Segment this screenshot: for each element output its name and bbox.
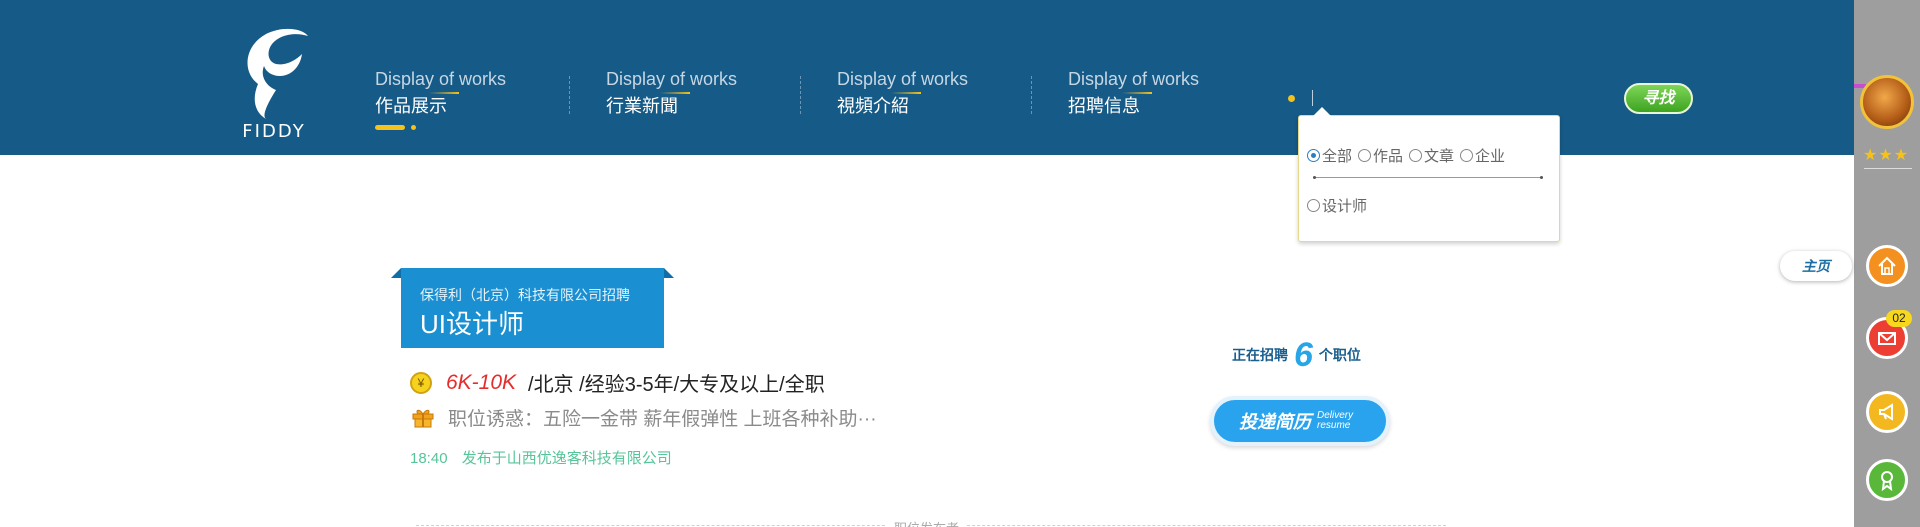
logo-mark-icon bbox=[247, 28, 308, 119]
post-info: 18:40 发布于山西优逸客科技有限公司 bbox=[410, 447, 672, 468]
megaphone-icon bbox=[1879, 403, 1893, 421]
filter-option-label: 设计师 bbox=[1322, 198, 1368, 215]
nav-item-zh-label: 作品展示 bbox=[375, 96, 447, 116]
nav-item-works[interactable]: Display of works 作品展示 bbox=[375, 68, 606, 130]
dropdown-divider bbox=[1313, 176, 1543, 179]
nav-item-video[interactable]: Display of works 視頻介紹 bbox=[837, 68, 1068, 128]
filter-option-label: 作品 bbox=[1373, 148, 1404, 165]
fiddy-logo[interactable]: FIDDY bbox=[236, 24, 312, 142]
hiring-suffix: 个职位 bbox=[1318, 347, 1361, 363]
nav-item-zh-label: 視頻介紹 bbox=[837, 96, 909, 116]
home-tooltip: 主页 bbox=[1780, 251, 1852, 281]
search-filter-dropdown: 全部 作品 文章 企业 设计师 bbox=[1298, 107, 1560, 242]
hiring-prefix: 正在招聘 bbox=[1232, 347, 1288, 363]
filter-option-label: 企业 bbox=[1475, 148, 1506, 165]
nav-underline bbox=[429, 92, 459, 94]
filter-option-works[interactable]: 作品 bbox=[1358, 145, 1403, 166]
publisher-section-label: 职位发布者 bbox=[886, 518, 968, 527]
user-avatar[interactable] bbox=[1860, 75, 1914, 129]
open-positions-count: 正在招聘 6 个职位 bbox=[1232, 338, 1361, 372]
dropdown-arrow bbox=[1313, 107, 1331, 116]
active-indicator-bar bbox=[375, 125, 405, 130]
yen-coin-icon: ¥ bbox=[410, 371, 432, 394]
stars-divider bbox=[1864, 168, 1912, 169]
job-perks: 职位诱惑：五险一金带 薪年假弹性 上班各种补助··· bbox=[448, 409, 877, 430]
nav-separator bbox=[569, 76, 570, 114]
nav-item-en-label: Display of works bbox=[1068, 69, 1200, 89]
filter-option-all[interactable]: 全部 bbox=[1307, 145, 1352, 166]
radio-checked-icon[interactable] bbox=[1307, 149, 1320, 162]
nav-underline bbox=[891, 92, 921, 94]
announcements-button[interactable] bbox=[1866, 391, 1908, 433]
filter-option-articles[interactable]: 文章 bbox=[1409, 145, 1454, 166]
page: FIDDY Display of works 作品展示 Display of w… bbox=[0, 0, 1920, 527]
nav-item-jobs[interactable]: Display of works 招聘信息 bbox=[1068, 68, 1299, 128]
job-title[interactable]: UI设计师 bbox=[420, 304, 524, 341]
filter-options-row-2: 设计师 bbox=[1307, 195, 1367, 216]
nav-item-en-label: Display of works bbox=[606, 69, 738, 89]
mail-icon bbox=[1878, 332, 1896, 345]
filter-option-designers[interactable]: 设计师 bbox=[1307, 195, 1367, 216]
nav-item-zh-label: 行業新聞 bbox=[606, 96, 678, 116]
hiring-company: 保得利（北京）科技有限公司招聘 bbox=[420, 287, 630, 303]
top-header: FIDDY Display of works 作品展示 Display of w… bbox=[0, 0, 1854, 155]
ribbon-fold-right bbox=[664, 268, 674, 278]
nav-underline bbox=[660, 92, 690, 94]
submit-resume-button[interactable]: 投递简历 Delivery resume bbox=[1210, 396, 1390, 446]
nav-item-en-label: Display of works bbox=[837, 69, 969, 89]
radio-icon[interactable] bbox=[1409, 149, 1423, 162]
apply-sublabel-line2: resume bbox=[1317, 420, 1351, 431]
messages-badge: 02 bbox=[1886, 310, 1912, 327]
home-button[interactable] bbox=[1866, 245, 1908, 287]
logo-wordmark: FIDDY bbox=[242, 121, 306, 142]
nav-item-zh-label: 招聘信息 bbox=[1068, 96, 1140, 116]
radio-icon[interactable] bbox=[1460, 149, 1474, 162]
rating-stars: ★★★ bbox=[1863, 147, 1910, 164]
hiring-count: 6 bbox=[1294, 336, 1313, 374]
ribbon-fold-left bbox=[391, 268, 401, 278]
gift-icon bbox=[412, 409, 434, 427]
awards-button[interactable] bbox=[1866, 459, 1908, 501]
nav-item-en-label: Display of works bbox=[375, 69, 507, 89]
right-sidebar: ★★★ 02 bbox=[1854, 0, 1920, 527]
salary-range: 6K-10K bbox=[446, 370, 517, 394]
nav-item-news[interactable]: Display of works 行業新聞 bbox=[606, 68, 837, 128]
nav-underline bbox=[1122, 92, 1152, 94]
home-icon bbox=[1878, 256, 1896, 275]
nav-separator bbox=[1031, 76, 1032, 114]
job-title-ribbon: 保得利（北京）科技有限公司招聘 UI设计师 bbox=[401, 268, 664, 348]
post-publisher[interactable]: 发布于山西优逸客科技有限公司 bbox=[462, 450, 672, 467]
filter-options-row: 全部 作品 文章 企业 bbox=[1307, 145, 1505, 166]
job-perks-row: 职位诱惑：五险一金带 薪年假弹性 上班各种补助··· bbox=[412, 404, 877, 431]
filter-option-companies[interactable]: 企业 bbox=[1460, 145, 1505, 166]
filter-option-label: 全部 bbox=[1322, 148, 1353, 165]
search-indicator-dot bbox=[1288, 95, 1295, 102]
filter-option-label: 文章 bbox=[1424, 148, 1455, 165]
job-summary-row: ¥ 6K-10K /北京 /经验3-5年/大专及以上/全职 bbox=[410, 368, 825, 397]
radio-icon[interactable] bbox=[1358, 149, 1372, 162]
job-details: /北京 /经验3-5年/大专及以上/全职 bbox=[528, 374, 825, 396]
apply-label: 投递简历 bbox=[1239, 412, 1311, 432]
nav-separator bbox=[800, 76, 801, 114]
radio-icon[interactable] bbox=[1307, 199, 1320, 212]
main-nav: Display of works 作品展示 Display of works 行… bbox=[375, 68, 1299, 130]
post-time: 18:40 bbox=[410, 450, 448, 467]
search-button[interactable]: 寻找 bbox=[1624, 83, 1693, 114]
search-input[interactable] bbox=[1312, 90, 1313, 106]
apply-sublabel: Delivery resume bbox=[1317, 411, 1361, 431]
active-indicator-dot bbox=[411, 125, 416, 130]
award-icon bbox=[1881, 471, 1893, 491]
